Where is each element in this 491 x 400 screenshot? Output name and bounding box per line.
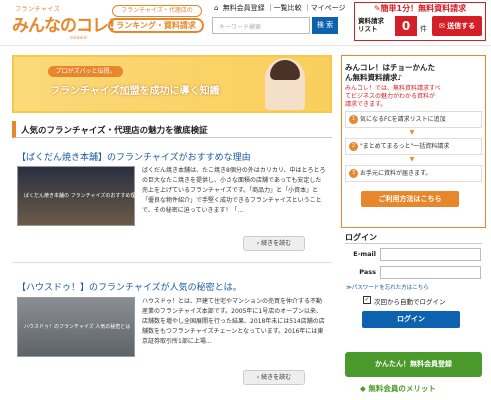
email-field[interactable] [380,248,481,261]
sidebar-note-line2: てビジネスの魅力がわかる資料が [345,93,436,100]
request-label-line1: 資料請求 [358,17,384,25]
article-divider [12,262,332,263]
request-list-label: 資料請求 リスト [358,17,384,33]
link-register[interactable]: 無料会員登録 [223,4,265,12]
top-links: ⌂ 無料会員登録 ｜一覧比較 ｜マイページ [214,4,346,12]
article-text-1: ばくだん焼き本舗は、たこ焼き8個分の外はカリカリ、中はとろとろの巨大なたこ焼きを… [142,167,326,214]
link-mypage[interactable]: マイページ [311,4,346,12]
article-title-2[interactable]: 【ハウスドゥ！】のフランチャイズが人気の秘密とは。 [17,280,242,293]
step-number-2: 2 [349,142,358,151]
login-title: ログイン [345,233,377,242]
howto-button[interactable]: ご利用方法はこちら [361,191,459,207]
sidebar-note: みんコレ！では、無料資料請求すべ てビジネスの魅力がわかる資料が 請求できます。 [345,85,441,109]
login-divider [345,243,482,244]
member-merit-text: 無料会員のメリット [368,384,436,393]
sidebar-note-line1: みんコレ！では、無料資料請求すべ [345,85,441,92]
site-logo[interactable]: みんなのコレ! [12,11,116,36]
search-input[interactable]: キーワード検索 [212,17,310,34]
search-button[interactable]: 検 索 [312,17,338,34]
password-label: Pass [359,268,376,276]
link-compare[interactable]: 一覧比較 [274,4,302,12]
auto-login-checkbox[interactable]: ✓ [363,296,371,304]
login-button[interactable]: ログイン [362,311,460,328]
email-label: E-mail [353,250,376,258]
article-image-2[interactable]: ハウスドゥ！のフランチャイズ 人気の秘密とは [17,297,135,357]
request-send-button[interactable]: ✉ 送信する [432,16,482,36]
step-number-3: 3 [349,169,358,178]
auto-login-label: 次回から自動でログイン [374,298,446,306]
article-text-2: ハウスドゥ！とは、戸建て住宅やマンションの売買を仲介する不動産業のフランチャイズ… [142,298,325,345]
logo-subtext: minkore! [70,35,88,40]
banner-tag: プロがズバッと伝授。 [48,66,123,77]
send-icon: ✉ [438,22,448,30]
sidebar-note-line3: 請求できます。 [345,101,387,108]
header-badge-main: ランキング・資料請求 [108,18,204,33]
step-label-3: お手元に資料が届きます。 [360,170,432,177]
sidebar-heading: みんコレ！はチョーかんた ん無料資料請求♪ [345,63,435,83]
sidebar-step-3: 3 お手元に資料が届きます。 [345,165,482,182]
sidebar-heading-line2: ん無料資料請求♪ [345,73,403,82]
forgot-password-link[interactable]: ≫パスワードを忘れた方はこちら [346,283,429,291]
member-merit-heading: ◆ 無料会員のメリット [360,383,436,394]
register-button[interactable]: かんたん！無料会員登録 [345,352,482,377]
banner-headline: フランチャイズ加盟を成功に導く知識 [50,86,220,97]
header-badge-top: フランチャイズ・代理店の [112,5,202,17]
chevron-down-icon: ▼ [409,129,415,136]
request-count: 0 [395,16,417,36]
request-label-line2: リスト [358,25,378,33]
step-label-2: "まとめてまるっと"一括資料請求 [360,143,450,150]
home-icon[interactable]: ⌂ [214,4,218,12]
pencil-icon: ✎ [373,4,381,13]
sidebar-heading-line1: みんコレ！はチョーかんた [345,63,435,72]
sidebar-step-2: 2 "まとめてまるっと"一括資料請求 [345,138,482,155]
read-more-button-2[interactable]: › 続きを読む [243,370,305,385]
request-send-label: 送信する [447,22,476,30]
chevron-down-icon: ▼ [409,156,415,163]
sidebar-step-1: 1 気になるFCを請求リストに追加 [345,111,482,128]
article-image-caption-1: ばくだん焼き本舗の フランチャイズのおすすめ理由 [24,193,141,199]
step-number-1: 1 [349,115,358,124]
request-title: ✎簡単1分！無料資料請求 [355,3,485,14]
request-title-text: 簡単1分！無料資料請求 [380,4,467,13]
section-heading: 人気のフランチャイズ・代理店の魅力を徹底検証 [12,121,332,138]
step-label-1: 気になるFCを請求リストに追加 [360,116,446,123]
request-unit: 件 [420,25,427,33]
password-field[interactable] [380,266,481,279]
article-image-1[interactable]: ばくだん焼き本舗の フランチャイズのおすすめ理由 [17,166,140,226]
read-more-button-1[interactable]: › 続きを読む [243,236,305,251]
article-title-1[interactable]: 【ばくだん焼き本舗】のフランチャイズがおすすめな理由 [17,150,251,163]
article-image-caption-2: ハウスドゥ！のフランチャイズ 人気の秘密とは [24,324,131,330]
